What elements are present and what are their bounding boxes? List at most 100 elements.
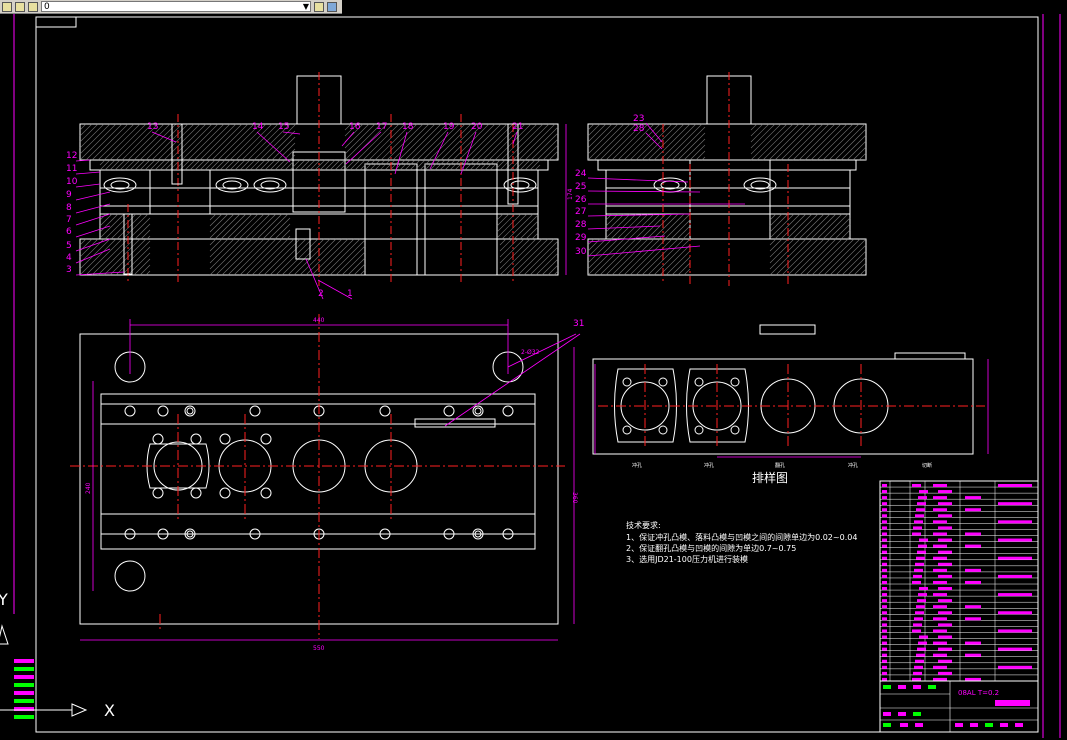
drawing-canvas[interactable]: 12345678910111213 14 15 16 17 18 19 20 21 174 xyxy=(0,14,1067,740)
tech-req-title: 技术要求: xyxy=(626,520,661,530)
bolt-hole xyxy=(443,405,455,417)
bolt-hole xyxy=(502,405,514,417)
strip-pilot-hole xyxy=(622,377,632,387)
pilot-hole xyxy=(260,433,272,445)
sheet-border xyxy=(13,14,1061,738)
plan-view: 440 550 240 360 2-Ø32 31 xyxy=(70,314,584,652)
layer-color-bar xyxy=(14,667,34,671)
strip-pilot-hole xyxy=(694,425,704,435)
dim-top-width: 440 xyxy=(313,317,325,324)
side-part-labels: 232824252627282930 xyxy=(575,114,645,257)
layer-manager-icon[interactable] xyxy=(314,1,324,12)
part-label-11: 11 xyxy=(66,164,77,174)
bolt-hole xyxy=(379,405,391,417)
layer-color-bar xyxy=(14,683,34,687)
part-label-13: 13 xyxy=(147,122,158,132)
part-label-18: 18 xyxy=(402,122,414,132)
bolt-hole xyxy=(124,405,136,417)
ucs-y-label: Y xyxy=(0,590,8,609)
layer-toolbar: 0 ▼ xyxy=(0,0,342,14)
part-label-12: 12 xyxy=(66,151,77,161)
side-part-label-6: 28 xyxy=(575,220,587,230)
lock-icon[interactable] xyxy=(15,1,25,12)
strip-pilot-hole xyxy=(730,425,740,435)
part-label-19: 19 xyxy=(443,122,455,132)
springs-front xyxy=(103,177,537,193)
side-section-view: 232824252627282930 xyxy=(575,72,867,286)
pilot-hole xyxy=(219,487,231,499)
part-label-6: 6 xyxy=(66,227,72,237)
side-part-label-4: 26 xyxy=(575,195,587,205)
layer-color-bar xyxy=(14,699,34,703)
dim-right-height: 360 xyxy=(571,492,578,504)
color-square-icon[interactable] xyxy=(28,1,38,12)
part-label-5: 5 xyxy=(66,241,72,251)
bill-of-materials xyxy=(879,480,1039,682)
tech-req-item-2: 2、保证翻孔凸模与凹模的间隙为单边0.7~0.75 xyxy=(626,543,796,553)
layer-value: 0 xyxy=(44,2,50,12)
strip-layout: 冲孔 冲孔 翻孔 冲孔 切断 排样图 xyxy=(592,324,989,485)
title-block-material: 08AL T=0.2 xyxy=(958,689,999,697)
strip-pilot-hole xyxy=(730,377,740,387)
layer-color-bar xyxy=(14,659,34,663)
part-label-20: 20 xyxy=(471,122,483,132)
pilot-hole xyxy=(152,433,164,445)
sun-icon[interactable] xyxy=(2,1,12,12)
ucs-x-label: X xyxy=(104,701,115,720)
front-leaders xyxy=(75,131,518,300)
pilot-hole xyxy=(190,433,202,445)
part-label-7: 7 xyxy=(66,215,72,225)
side-leaders xyxy=(587,122,745,257)
strip-step-label: 切断 xyxy=(922,462,932,469)
layer-color-bar xyxy=(14,675,34,679)
dim-left-height: 240 xyxy=(85,482,92,494)
tech-req-item-3: 3、选用JD21-100压力机进行装模 xyxy=(626,554,748,564)
side-part-label-1: 28 xyxy=(633,124,645,134)
bolt-hole xyxy=(157,405,169,417)
strip-title: 排样图 xyxy=(752,470,788,485)
part-label-9: 9 xyxy=(66,190,72,200)
chevron-down-icon: ▼ xyxy=(302,2,309,11)
strip-step-label: 冲孔 xyxy=(704,462,714,469)
pilot-hole xyxy=(152,487,164,499)
part-label-21: 21 xyxy=(512,122,523,132)
side-part-label-8: 30 xyxy=(575,247,587,257)
pilot-hole xyxy=(219,433,231,445)
part-label-15: 15 xyxy=(278,122,289,132)
dim-hole-callout: 2-Ø32 xyxy=(521,349,540,356)
strip-step-label: 冲孔 xyxy=(848,462,858,469)
front-part-labels: 12345678910111213 14 15 16 17 18 19 20 21 xyxy=(66,122,523,299)
strip-pilot-hole xyxy=(658,425,668,435)
part-label-1: 1 xyxy=(347,289,353,299)
dim-bottom-width: 550 xyxy=(313,645,325,652)
strip-centerlines xyxy=(598,364,985,449)
side-part-label-5: 27 xyxy=(575,207,586,217)
part-label-4: 4 xyxy=(66,253,72,263)
side-part-label-0: 23 xyxy=(633,114,644,124)
strip-pilot-hole xyxy=(694,377,704,387)
part-label-3: 3 xyxy=(66,265,72,275)
leader-31-label: 31 xyxy=(573,319,584,329)
part-label-17: 17 xyxy=(376,122,387,132)
layer-dropdown[interactable]: 0 ▼ xyxy=(41,1,311,12)
dim-side-height: 174 xyxy=(567,188,574,200)
strip-pilot-hole xyxy=(622,425,632,435)
side-part-label-7: 29 xyxy=(575,233,587,243)
front-centerlines xyxy=(127,72,514,286)
bolt-hole xyxy=(249,405,261,417)
part-label-10: 10 xyxy=(66,177,78,187)
side-part-label-3: 25 xyxy=(575,182,586,192)
strip-pilot-hole xyxy=(658,377,668,387)
pilot-hole xyxy=(190,487,202,499)
strip-step-labels: 冲孔 冲孔 翻孔 冲孔 切断 xyxy=(632,462,932,469)
front-section-view: 12345678910111213 14 15 16 17 18 19 20 21 174 xyxy=(66,72,574,300)
strip-step-label: 翻孔 xyxy=(775,462,785,469)
pilot-hole xyxy=(260,487,272,499)
layer-color-bar xyxy=(14,715,34,719)
technical-requirements: 技术要求: 1、保证冲孔凸模、落料凸模与凹模之间的间隙单边为0.02~0.04 … xyxy=(626,520,857,564)
side-part-label-2: 24 xyxy=(575,169,587,179)
part-label-2: 2 xyxy=(318,289,324,299)
layer-color-bar xyxy=(14,691,34,695)
part-label-8: 8 xyxy=(66,203,72,213)
layer-previous-icon[interactable] xyxy=(327,1,337,12)
